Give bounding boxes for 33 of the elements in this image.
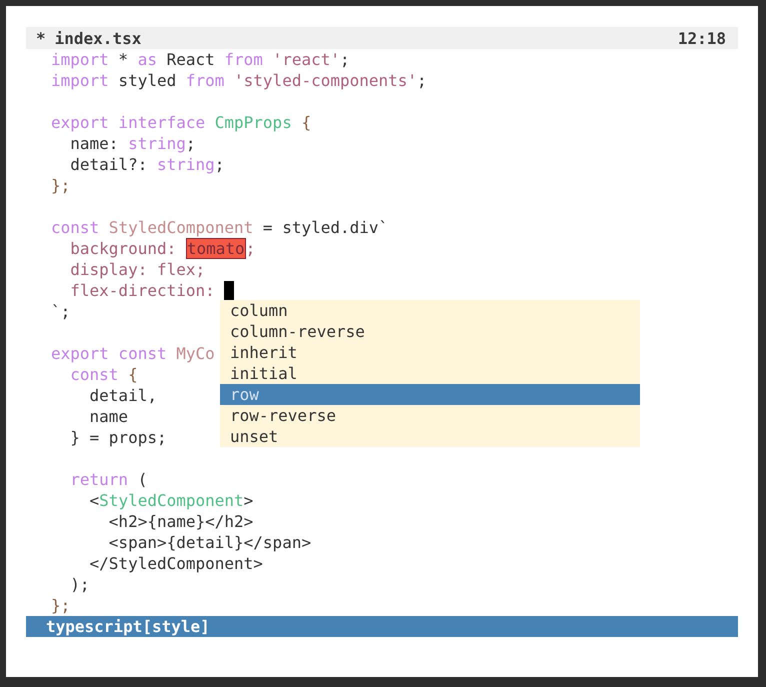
completion-item[interactable]: column <box>220 300 640 321</box>
completion-item[interactable]: column-reverse <box>220 321 640 342</box>
code-line: } = props; <box>69 427 167 448</box>
completion-item[interactable]: row-reverse <box>220 405 640 426</box>
code-line: display: flex; <box>69 259 206 280</box>
code-line: export const MyCo <box>51 343 215 364</box>
code-line: }; <box>51 595 70 616</box>
code-line: <h2>{name}</h2> <box>108 511 254 532</box>
code-line: const { <box>69 364 138 385</box>
code-line: return ( <box>69 469 148 490</box>
completion-item[interactable]: unset <box>220 426 640 447</box>
code-line: name: string; <box>69 133 196 154</box>
code-line: export interface CmpProps { <box>51 112 312 133</box>
code-line: ); <box>69 574 90 595</box>
clock: 12:18 <box>678 28 726 48</box>
modified-mark: * <box>36 28 46 48</box>
code-line: `; <box>51 301 70 322</box>
code-line: import * as React from 'react'; <box>51 49 350 70</box>
completion-item[interactable]: inherit <box>220 342 640 363</box>
code-line: detail, <box>88 385 157 406</box>
completion-item[interactable]: initial <box>220 363 640 384</box>
file-name: index.tsx <box>54 28 142 48</box>
code-line: background: tomato; <box>69 238 256 259</box>
code-line: import styled from 'styled-components'; <box>51 70 427 91</box>
code-line: detail?: string; <box>69 154 224 175</box>
code-line: </StyledComponent> <box>88 553 263 574</box>
code-line: const StyledComponent = styled.div` <box>51 217 388 238</box>
code-line: name <box>88 406 128 427</box>
mode-label: typescript[style] <box>46 617 210 636</box>
code-line: }; <box>51 175 70 196</box>
code-line: flex-direction: <box>69 280 216 301</box>
code-line: <span>{detail}</span> <box>108 532 312 553</box>
code-line: <StyledComponent> <box>88 490 254 511</box>
